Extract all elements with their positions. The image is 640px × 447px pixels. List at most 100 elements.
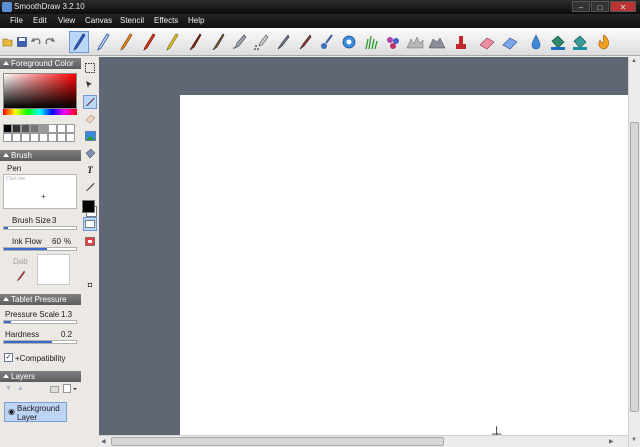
horizontal-scrollbar[interactable]: ◀ ▶ — [99, 435, 628, 447]
smudge-tool-icon[interactable] — [570, 31, 590, 53]
color-swatch[interactable] — [57, 133, 66, 142]
layers-header[interactable]: Layers — [0, 371, 81, 382]
eraser-tool-icon[interactable] — [477, 31, 497, 53]
hue-slider[interactable] — [3, 109, 77, 115]
brush-preview-dot: + — [41, 192, 46, 201]
draw-tool-icon[interactable] — [83, 95, 97, 109]
flower-tool-icon[interactable] — [383, 31, 403, 53]
menu-canvas[interactable]: Canvas — [85, 16, 112, 25]
crayon-tool-icon[interactable] — [139, 31, 159, 53]
canvas-frame-icon[interactable] — [83, 217, 97, 231]
foreground-color-header[interactable]: Foreground Color — [0, 58, 81, 69]
open-file-icon[interactable] — [1, 31, 14, 53]
flame-tool-icon[interactable] — [594, 31, 614, 53]
vertical-scrollbar[interactable]: ▲ ▼ — [628, 57, 640, 447]
menu-edit[interactable]: Edit — [33, 16, 47, 25]
menu-view[interactable]: View — [58, 16, 75, 25]
menu-stencil[interactable]: Stencil — [120, 16, 144, 25]
water-drop-tool-icon[interactable] — [526, 31, 546, 53]
close-button[interactable]: ✕ — [610, 1, 636, 12]
airbrush-tool-icon[interactable] — [229, 31, 249, 53]
ink-tool-icon[interactable] — [273, 31, 293, 53]
color-swatch[interactable] — [57, 124, 66, 133]
layer-name: Background Layer — [17, 404, 60, 422]
color-swatch[interactable] — [12, 133, 21, 142]
left-panel: Foreground Color Brush Pen Click me + Br… — [0, 57, 81, 447]
reset-colors-icon[interactable]: ◘ — [83, 278, 97, 292]
brush-header[interactable]: Brush — [0, 150, 81, 161]
move-selection-icon[interactable] — [83, 78, 97, 92]
tablet-pressure-header[interactable]: Tablet Pressure — [0, 294, 81, 305]
color-swatch[interactable] — [66, 133, 75, 142]
marker-tool-icon[interactable] — [116, 31, 136, 53]
text-tool-icon[interactable]: T — [83, 163, 97, 177]
color-picker-area[interactable] — [3, 73, 77, 109]
color-swatch[interactable] — [12, 124, 21, 133]
chalk-tool-icon[interactable] — [405, 31, 425, 53]
pencil-tool-icon[interactable] — [93, 31, 113, 53]
menu-help[interactable]: Help — [188, 16, 204, 25]
color-swatch[interactable] — [3, 124, 12, 133]
eyedropper-icon[interactable] — [83, 180, 97, 194]
image-icon[interactable] — [83, 129, 97, 143]
layer-menu-icon[interactable] — [63, 384, 77, 395]
layer-visibility-icon[interactable]: ◉ — [8, 407, 15, 416]
spray-tool-icon[interactable] — [251, 31, 271, 53]
watercolor-tool-icon[interactable] — [295, 31, 315, 53]
oil-brush-tool-icon[interactable] — [208, 31, 228, 53]
menu-effects[interactable]: Effects — [154, 16, 178, 25]
pressure-scale-fill — [4, 321, 12, 323]
fill-bucket-tool-icon[interactable] — [548, 31, 568, 53]
horizontal-scroll-thumb[interactable] — [111, 437, 444, 446]
grass-tool-icon[interactable] — [361, 31, 381, 53]
stamp-tool-icon[interactable] — [451, 31, 471, 53]
foreground-color-swatch[interactable] — [82, 200, 95, 213]
scroll-down-arrow-icon[interactable]: ▼ — [631, 437, 637, 443]
color-swatch[interactable] — [66, 124, 75, 133]
brush-name: Pen — [7, 164, 22, 173]
layer-up-icon[interactable]: ▲ — [17, 385, 24, 392]
color-swatch[interactable] — [21, 133, 30, 142]
layer-item[interactable]: ◉ Background Layer — [4, 402, 67, 422]
ink-flow-slider[interactable] — [3, 247, 77, 251]
minimize-button[interactable]: – — [572, 1, 590, 12]
eraser-icon[interactable] — [83, 112, 97, 126]
save-icon[interactable] — [15, 31, 28, 53]
color-swatch[interactable] — [48, 133, 57, 142]
blur-tool-icon[interactable] — [339, 31, 359, 53]
scroll-right-arrow-icon[interactable]: ▶ — [609, 438, 614, 445]
color-swatch[interactable] — [21, 124, 30, 133]
fill-icon[interactable] — [83, 146, 97, 160]
scroll-left-arrow-icon[interactable]: ◀ — [101, 438, 106, 445]
brush-size-slider[interactable] — [3, 226, 77, 230]
vertical-scroll-thumb[interactable] — [630, 122, 639, 412]
soft-eraser-tool-icon[interactable] — [500, 31, 520, 53]
rock-tool-icon[interactable] — [427, 31, 447, 53]
brush-preview[interactable]: Click me + — [3, 174, 77, 209]
color-swatch[interactable] — [30, 124, 39, 133]
select-rect-icon[interactable] — [83, 61, 97, 75]
drawing-canvas[interactable] — [180, 95, 628, 435]
pen-tool-icon[interactable] — [69, 31, 89, 53]
undo-icon[interactable] — [29, 31, 42, 53]
hardness-slider[interactable] — [3, 340, 77, 344]
color-swatch[interactable] — [39, 133, 48, 142]
maximize-button[interactable]: □ — [591, 1, 609, 12]
color-swatch[interactable] — [30, 133, 39, 142]
redo-icon[interactable] — [43, 31, 56, 53]
color-swap-icon[interactable] — [83, 234, 97, 248]
menu-file[interactable]: File — [10, 16, 23, 25]
color-swatch[interactable] — [3, 133, 12, 142]
pressure-scale-slider[interactable] — [3, 320, 77, 324]
layer-down-icon[interactable]: ▼ — [5, 385, 12, 392]
new-layer-icon[interactable] — [50, 384, 60, 395]
dab-preview — [37, 254, 70, 285]
highlighter-tool-icon[interactable] — [162, 31, 182, 53]
dropper-icon[interactable] — [16, 270, 26, 284]
brush-tool-icon[interactable] — [185, 31, 205, 53]
soft-brush-tool-icon[interactable] — [317, 31, 337, 53]
color-swatch[interactable] — [48, 124, 57, 133]
color-swatch[interactable] — [39, 124, 48, 133]
compatibility-checkbox[interactable]: ✓ — [4, 353, 13, 362]
scroll-up-arrow-icon[interactable]: ▲ — [631, 58, 637, 64]
